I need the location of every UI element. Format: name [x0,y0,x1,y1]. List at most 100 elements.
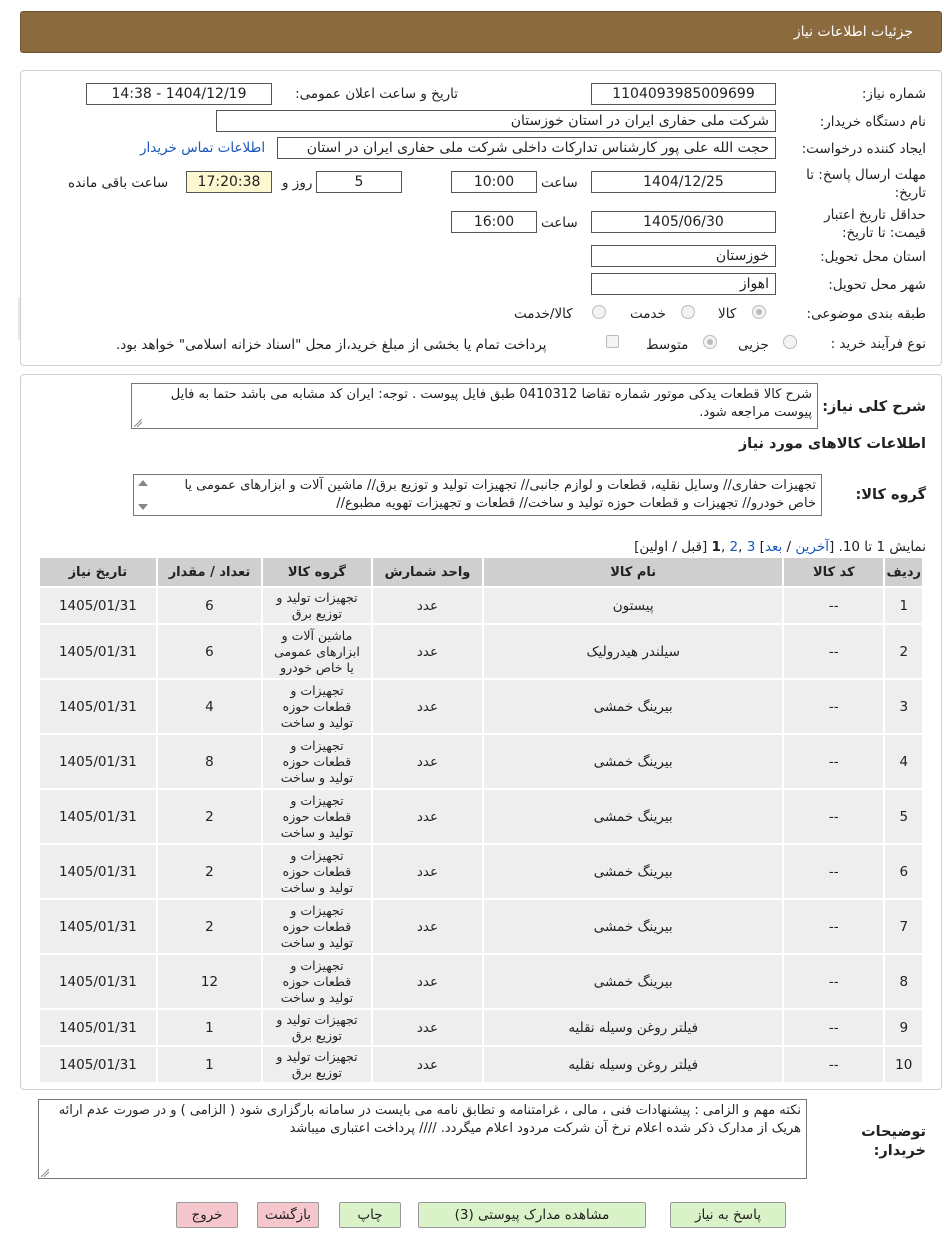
table-row: 8 -- بیرینگ خمشی عدد تجهیزات و قطعات حوزه تو… [38,953,924,1010]
cell-need-date: 1405/01/31 [38,1045,158,1084]
cell-unit: عدد [370,1008,485,1047]
validity-date-field: 1405/06/30 [591,211,776,233]
category-radio-goods-service[interactable] [592,305,606,319]
cell-row-number: 9 [883,1008,924,1047]
city-label: شهر محل تحویل: [828,277,926,293]
cell-item-code: -- [782,1045,886,1084]
cell-row-number: 10 [883,1045,924,1084]
pagination-comma: , [738,539,747,555]
exit-button[interactable]: خروج [176,1202,238,1228]
creator-field: حجت الله علی پور کارشناس تدارکات داخلی ش… [277,137,776,159]
scroll-arrows-icon[interactable] [137,478,149,512]
col-header-qty: تعداد / مقدار [155,556,264,588]
table-row: 3 -- بیرینگ خمشی عدد تجهیزات و قطعات حوزه تو… [38,678,924,735]
cell-item-name: فیلتر روغن وسیله نقلیه [482,1045,785,1084]
cell-unit: عدد [370,843,485,900]
summary-text-value: شرح کالا قطعات یدکی موتور شماره تقاضا 04… [170,387,812,420]
cell-row-number: 2 [883,623,924,680]
table-row: 9 -- فیلتر روغن وسیله نقلیه عدد تجهیزات تولی… [38,1008,924,1047]
cell-item-code: -- [782,898,886,955]
cell-item-code: -- [782,678,886,735]
buyer-contact-link[interactable]: اطلاعات تماس خریدار [140,140,265,156]
deadline-label-line1: مهلت ارسال پاسخ: تا [806,167,926,183]
category-label: طبقه بندی موضوعی: [806,306,926,322]
validity-label-line1: حداقل تاریخ اعتبار [824,207,926,223]
cell-quantity: 8 [155,733,264,790]
deadline-time-field: 10:00 [451,171,537,193]
cell-row-number: 6 [883,843,924,900]
days-label: روز و [282,175,313,191]
cell-unit: عدد [370,586,485,625]
buyer-field: شرکت ملی حفاری ایران در استان خوزستان [216,110,776,132]
cell-item-code: -- [782,1008,886,1047]
cell-item-name: بیرینگ خمشی [482,898,785,955]
cell-unit: عدد [370,953,485,1010]
creator-label: ایجاد کننده درخواست: [801,141,926,157]
buyer-notes-label: توضیحات خریدار: [861,1123,926,1161]
cell-item-group: تجهیزات و قطعات حوزه تولید و ساخت [261,898,373,955]
cell-unit: عدد [370,623,485,680]
validity-label: حداقل تاریخ اعتبار قیمت: تا تاریخ: [824,206,926,242]
col-header-code: کد کالا [782,556,886,588]
cell-item-code: -- [782,733,886,790]
deadline-label: مهلت ارسال پاسخ: تا تاریخ: [806,166,926,202]
pagination-next-link[interactable]: بعد [765,539,782,555]
category-radio-service[interactable] [681,305,695,319]
cell-item-group: تجهیزات تولید و توزیع برق [261,1045,373,1084]
category-option-goods-service: کالا/خدمت [514,306,573,322]
cell-item-group: تجهیزات و قطعات حوزه تولید و ساخت [261,733,373,790]
goods-group-text: تجهیزات حفاری// وسایل نقلیه، قطعات و لوا… [184,478,816,511]
cell-need-date: 1405/01/31 [38,733,158,790]
remaining-label: ساعت باقی مانده [68,175,169,191]
cell-row-number: 4 [883,733,924,790]
cell-quantity: 12 [155,953,264,1010]
category-radio-goods[interactable] [752,305,766,319]
category-option-service: خدمت [630,306,666,322]
cell-item-group: تجهیزات و قطعات حوزه تولید و ساخت [261,788,373,845]
reply-button[interactable]: پاسخ به نیاز [670,1202,786,1228]
validity-time-label: ساعت [541,215,578,231]
back-button[interactable]: بازگشت [257,1202,319,1228]
treasury-checkbox[interactable] [606,335,619,348]
pagination-last-link[interactable]: آخرین [795,539,829,555]
category-option-goods: کالا [718,306,737,322]
cell-quantity: 2 [155,898,264,955]
buyer-notes-label-line2: خریدار: [873,1143,926,1159]
pagination-page-2[interactable]: 2 [730,539,739,555]
cell-item-group: تجهیزات تولید و توزیع برق [261,586,373,625]
buyer-label: نام دستگاه خریدار: [819,114,926,130]
cell-item-name: بیرینگ خمشی [482,843,785,900]
validity-label-line2: قیمت: تا تاریخ: [842,225,926,241]
cell-quantity: 1 [155,1008,264,1047]
process-radio-medium[interactable] [703,335,717,349]
cell-item-group: ماشین آلات و ابزارهای عمومی یا خاص خودرو [261,623,373,680]
col-header-row: ردیف [883,556,924,588]
print-button[interactable]: چاپ [339,1202,401,1228]
cell-row-number: 5 [883,788,924,845]
cell-item-name: بیرینگ خمشی [482,733,785,790]
cell-unit: عدد [370,1045,485,1084]
cell-item-name: بیرینگ خمشی [482,788,785,845]
attachments-button[interactable]: مشاهده مدارک پیوستی (3) [418,1202,646,1228]
resize-grip-icon [134,419,142,427]
cell-need-date: 1405/01/31 [38,586,158,625]
table-row: 7 -- بیرینگ خمشی عدد تجهیزات و قطعات حوزه تو… [38,898,924,955]
process-label: نوع فرآیند خرید : [830,336,926,352]
cell-item-group: تجهیزات و قطعات حوزه تولید و ساخت [261,678,373,735]
resize-grip-icon [41,1169,49,1177]
cell-unit: عدد [370,678,485,735]
page-header: جزئیات اطلاعات نیاز [20,11,942,53]
table-row: 6 -- بیرینگ خمشی عدد تجهیزات و قطعات حوزه تو… [38,843,924,900]
deadline-time-label: ساعت [541,175,578,191]
pagination-prefix: نمایش 1 تا 10. [ [828,539,926,555]
announce-field: 1404/12/19 - 14:38 [86,83,272,105]
table-row: 2 -- سیلندر هیدرولیک عدد ماشین آلات و ابزاره… [38,623,924,680]
cell-row-number: 1 [883,586,924,625]
process-radio-minor[interactable] [783,335,797,349]
cell-item-group: تجهیزات و قطعات حوزه تولید و ساخت [261,843,373,900]
items-table-wrap: ردیف کد کالا نام کالا واحد شمارش گروه کا… [38,556,924,1084]
cell-item-code: -- [782,586,886,625]
cell-item-group: تجهیزات و قطعات حوزه تولید و ساخت [261,953,373,1010]
summary-text: شرح کالا قطعات یدکی موتور شماره تقاضا 04… [131,383,818,429]
cell-item-name: سیلندر هیدرولیک [482,623,785,680]
